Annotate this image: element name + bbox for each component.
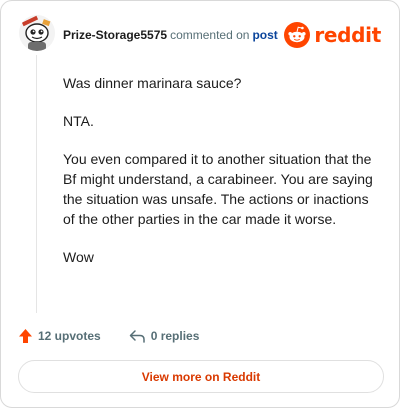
comment-header: Prize-Storage5575 commented on post reddit: [19, 15, 381, 51]
snoo-avatar-icon: [19, 15, 55, 51]
reddit-wordmark: reddit: [314, 23, 381, 47]
comment-body: Was dinner marinara sauce? NTA. You even…: [63, 73, 383, 285]
comment-embed-card: Prize-Storage5575 commented on post reddit…: [0, 0, 400, 408]
comment-paragraph: Was dinner marinara sauce?: [63, 75, 242, 91]
upvote-arrow-icon: [19, 329, 32, 343]
view-more-button[interactable]: View more on Reddit: [18, 360, 384, 393]
replies-stat[interactable]: 0 replies: [129, 329, 200, 343]
replies-count: 0 replies: [150, 329, 200, 343]
comment-paragraph: You even compared it to another situatio…: [63, 151, 373, 227]
comment-stats: 12 upvotes 0 replies: [18, 325, 199, 347]
comment-byline: Prize-Storage5575 commented on post: [63, 27, 278, 43]
username-link[interactable]: Prize-Storage5575: [63, 28, 167, 42]
user-avatar[interactable]: [19, 15, 55, 51]
upvotes-count: 12 upvotes: [38, 329, 101, 343]
comment-paragraph: Wow: [63, 249, 94, 265]
comment-action-text: commented on: [170, 28, 250, 42]
reddit-brand[interactable]: reddit: [284, 21, 381, 49]
reddit-logo-icon: [284, 22, 311, 48]
reply-arrow-icon: [129, 330, 145, 343]
comment-paragraph: NTA.: [63, 113, 94, 129]
upvotes-stat[interactable]: 12 upvotes: [18, 328, 101, 344]
post-link[interactable]: post: [252, 28, 277, 42]
thread-line: [36, 55, 37, 313]
